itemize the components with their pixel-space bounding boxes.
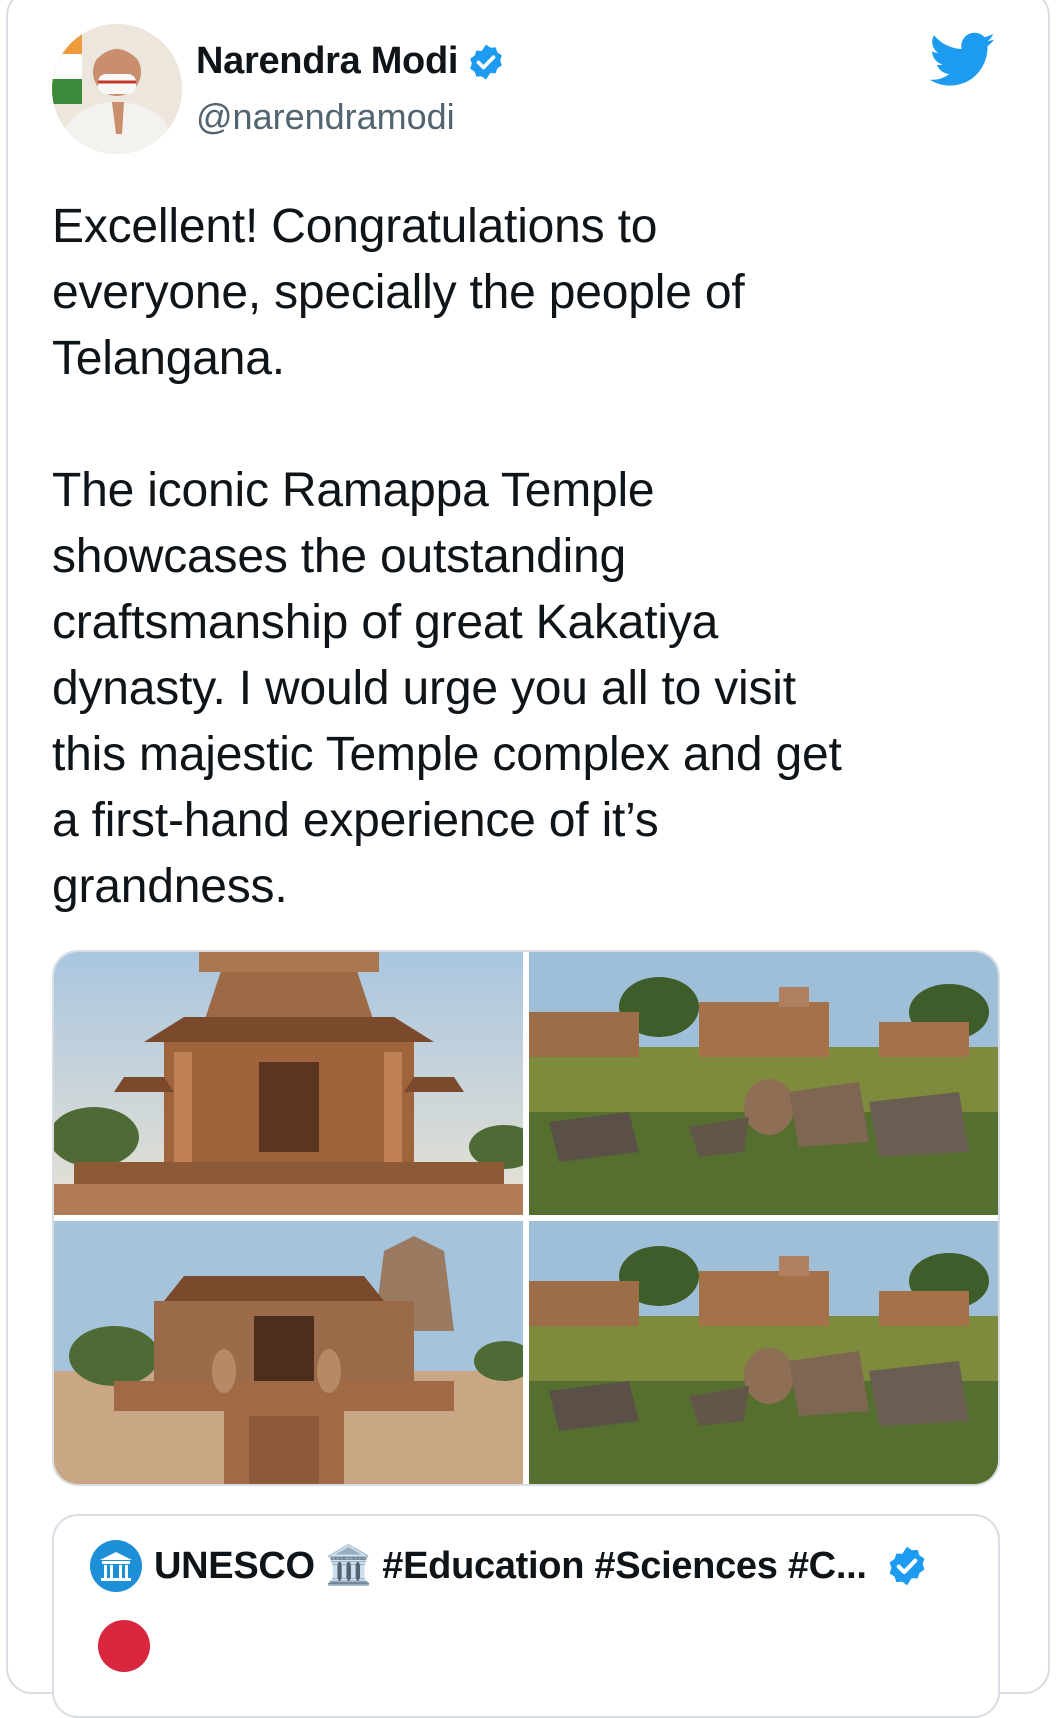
verified-badge-icon [889, 1546, 925, 1586]
unesco-logo-icon [90, 1540, 142, 1592]
quoted-secondary-avatar [98, 1620, 150, 1672]
author-avatar[interactable] [52, 24, 182, 154]
photo-2[interactable] [529, 952, 998, 1215]
photo-1[interactable] [54, 952, 523, 1215]
tweet-text: Excellent! Congratulations to everyone, … [52, 200, 842, 913]
media-grid [52, 950, 1000, 1486]
author-display-name[interactable]: Narendra Modi [196, 40, 458, 83]
quoted-display-name[interactable]: UNESCO 🏛️ #Education #Sciences #C... [154, 1544, 867, 1588]
verified-badge-icon [470, 44, 502, 79]
quoted-tweet[interactable]: UNESCO 🏛️ #Education #Sciences #C... [52, 1514, 1000, 1718]
photo-3[interactable] [54, 1221, 523, 1484]
twitter-bird-icon[interactable] [930, 32, 996, 88]
author-handle[interactable]: @narendramodi [196, 96, 455, 138]
photo-4[interactable] [529, 1221, 998, 1484]
